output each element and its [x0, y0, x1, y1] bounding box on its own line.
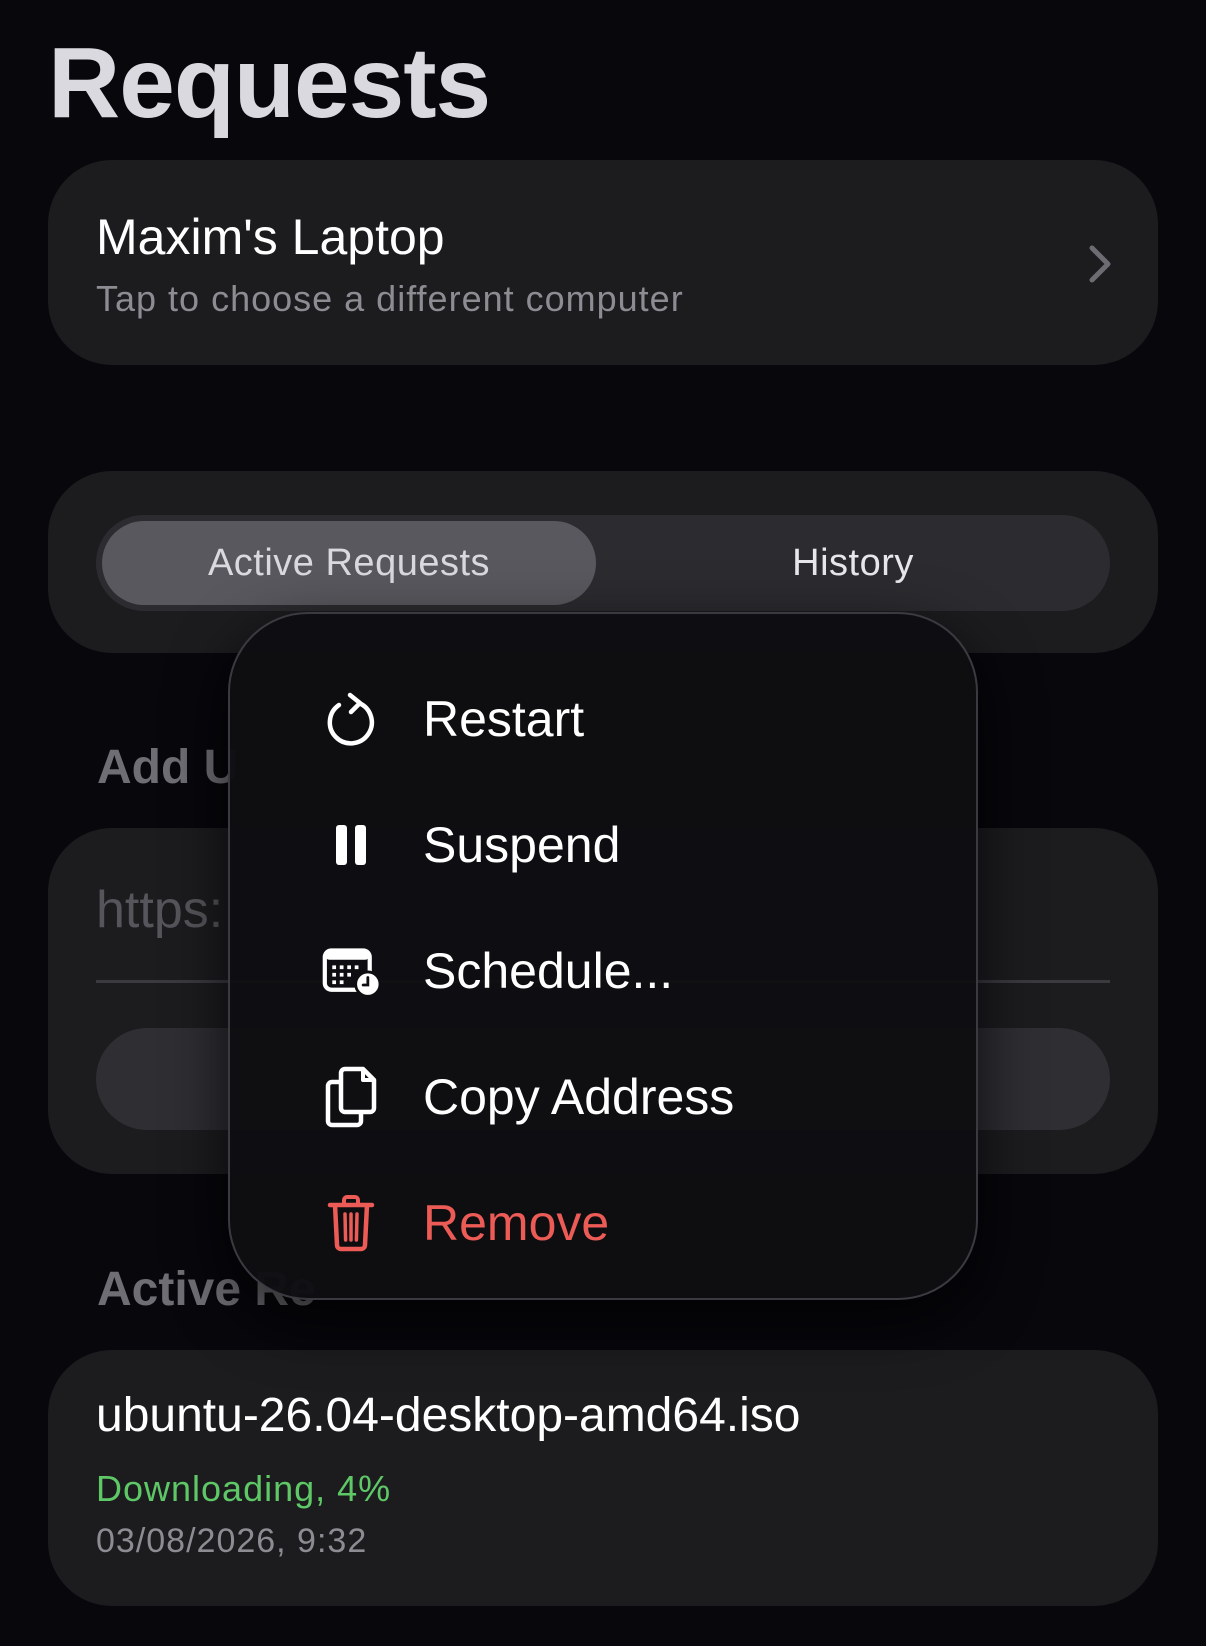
menu-item-label: Suspend — [423, 817, 621, 873]
chevron-right-icon — [1089, 245, 1111, 283]
url-input[interactable]: https: — [96, 880, 223, 940]
copy-icon — [322, 1065, 380, 1129]
request-timestamp: 03/08/2026, 9:32 — [96, 1522, 368, 1560]
menu-item-remove[interactable]: Remove — [230, 1160, 976, 1286]
tab-history[interactable]: History — [602, 521, 1104, 605]
add-url-section-label: Add U — [97, 741, 239, 794]
computer-name: Maxim's Laptop — [96, 209, 445, 265]
request-row[interactable]: ubuntu-26.04-desktop-amd64.iso Downloadi… — [48, 1350, 1158, 1606]
request-status: Downloading, 4% — [96, 1468, 392, 1509]
computer-selector-card[interactable]: Maxim's Laptop Tap to choose a different… — [48, 160, 1158, 365]
menu-item-label: Restart — [423, 691, 585, 747]
computer-hint: Tap to choose a different computer — [96, 278, 684, 319]
segmented-control: Active Requests History — [96, 515, 1110, 611]
trash-icon — [322, 1191, 380, 1255]
page-title: Requests — [48, 27, 491, 139]
menu-item-copy-address[interactable]: Copy Address — [230, 1034, 976, 1160]
menu-item-label: Schedule... — [423, 943, 674, 999]
restart-icon — [322, 687, 380, 751]
menu-item-suspend[interactable]: Suspend — [230, 782, 976, 908]
pause-icon — [322, 813, 380, 877]
requests-screen: Requests Maxim's Laptop Tap to choose a … — [0, 0, 1206, 1646]
calendar-clock-icon — [322, 939, 380, 1003]
menu-item-label: Remove — [423, 1195, 610, 1251]
menu-item-label: Copy Address — [423, 1069, 735, 1125]
request-file-name: ubuntu-26.04-desktop-amd64.iso — [96, 1389, 801, 1442]
tab-active-requests[interactable]: Active Requests — [102, 521, 596, 605]
menu-item-schedule[interactable]: Schedule... — [230, 908, 976, 1034]
menu-item-restart[interactable]: Restart — [230, 656, 976, 782]
request-context-menu: Restart Suspend Schedule... Copy Address… — [228, 612, 978, 1300]
